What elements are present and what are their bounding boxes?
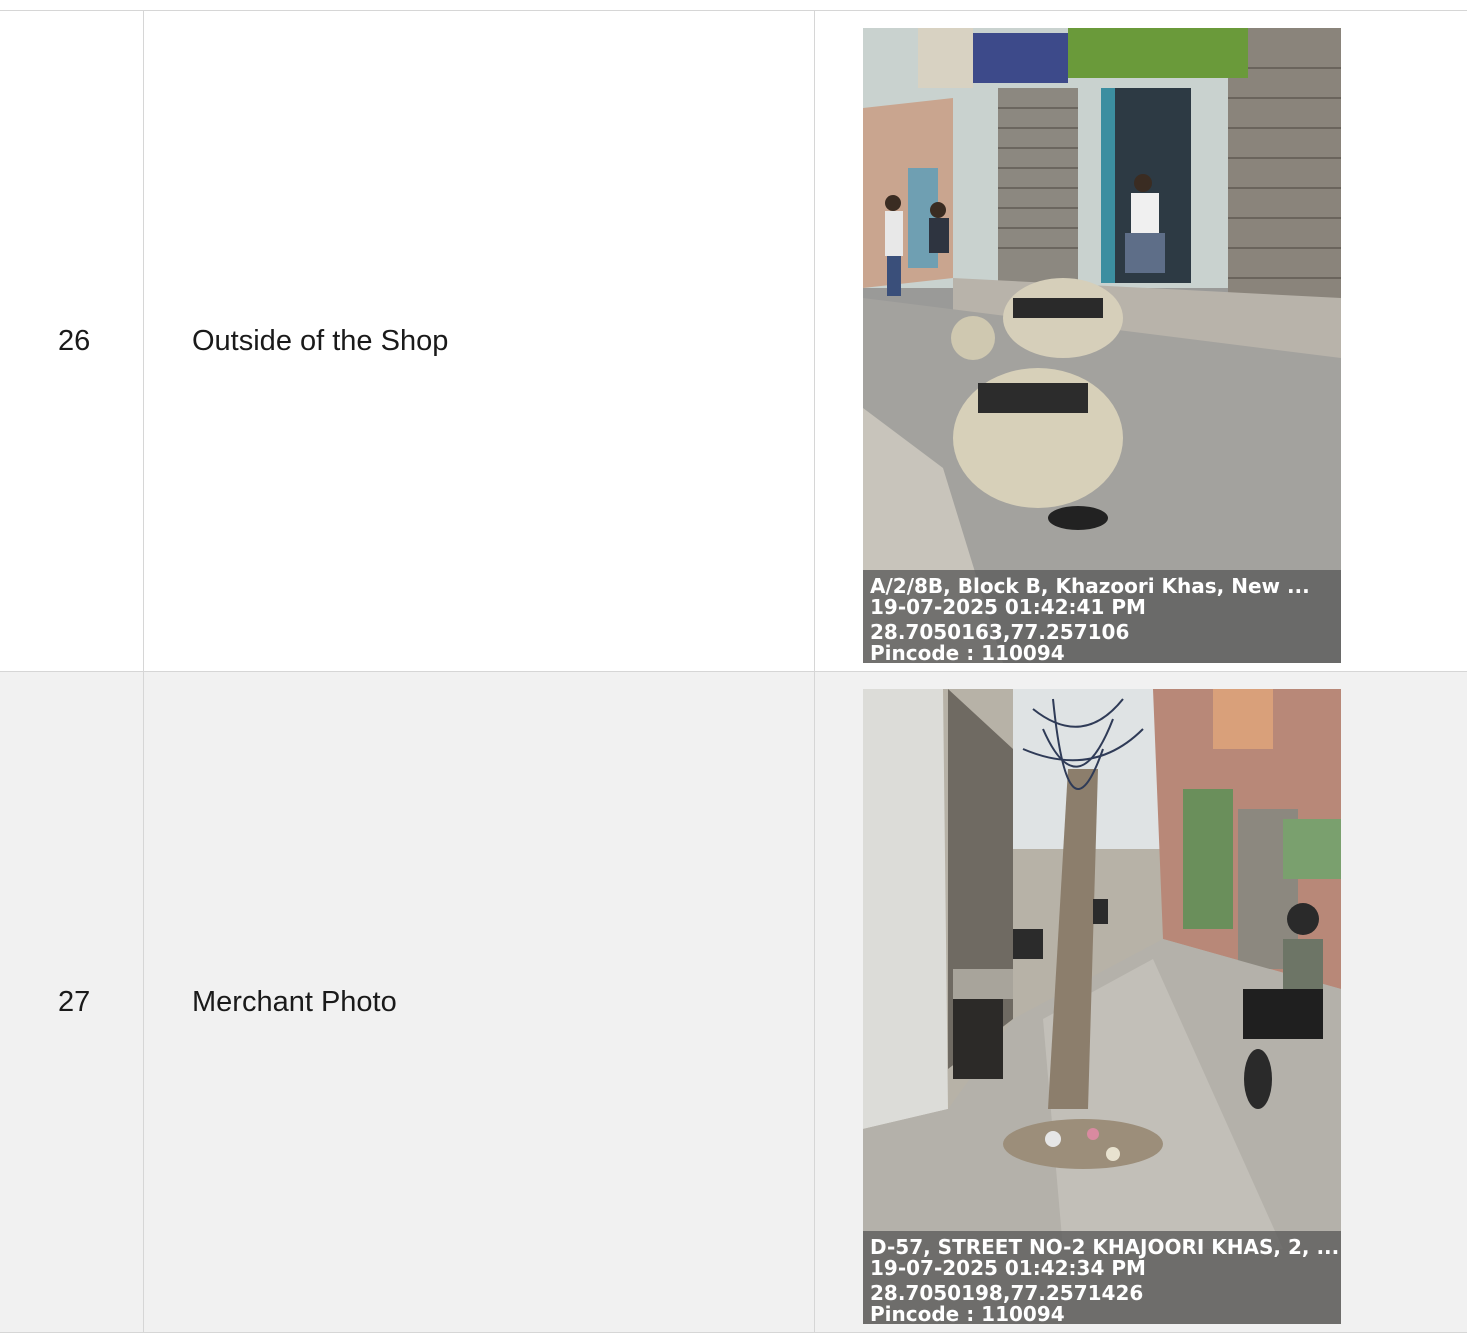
photo-address: A/2/8B, Block B, Khazoori Khas, New ...: [870, 574, 1310, 598]
photo-timestamp: 19-07-2025 01:42:34 PM: [870, 1256, 1146, 1280]
photo-timestamp: 19-07-2025 01:42:41 PM: [870, 595, 1146, 619]
photo-cell: A/2/8B, Block B, Khazoori Khas, New ... …: [815, 11, 1467, 671]
photo-pincode: Pincode : 110094: [870, 1302, 1065, 1325]
table-row: 27 Merchant Photo D-57, STREET NO-2 KHAJ…: [0, 672, 1467, 1333]
row-number: 27: [0, 672, 144, 1332]
photo-coordinates: 28.7050198,77.2571426: [870, 1281, 1144, 1305]
photo-coordinates: 28.7050163,77.257106: [870, 620, 1130, 644]
table-row: 26 Outside of the Shop A/2/8B, Block B, …: [0, 11, 1467, 672]
photo-caption: A/2/8B, Block B, Khazoori Khas, New ... …: [863, 570, 1341, 663]
alley-scene-image: [863, 689, 1341, 1324]
row-label: Outside of the Shop: [144, 11, 815, 671]
merchant-photo[interactable]: D-57, STREET NO-2 KHAJOORI KHAS, 2, ... …: [863, 689, 1341, 1324]
report-table: 26 Outside of the Shop A/2/8B, Block B, …: [0, 10, 1467, 1333]
photo-caption: D-57, STREET NO-2 KHAJOORI KHAS, 2, ... …: [863, 1231, 1341, 1324]
row-number: 26: [0, 11, 144, 671]
photo-address: D-57, STREET NO-2 KHAJOORI KHAS, 2, ...: [870, 1235, 1340, 1259]
photo-pincode: Pincode : 110094: [870, 641, 1065, 664]
photo-cell: D-57, STREET NO-2 KHAJOORI KHAS, 2, ... …: [815, 672, 1467, 1332]
shop-exterior-photo[interactable]: A/2/8B, Block B, Khazoori Khas, New ... …: [863, 28, 1341, 663]
street-scene-image: [863, 28, 1341, 663]
row-label: Merchant Photo: [144, 672, 815, 1332]
